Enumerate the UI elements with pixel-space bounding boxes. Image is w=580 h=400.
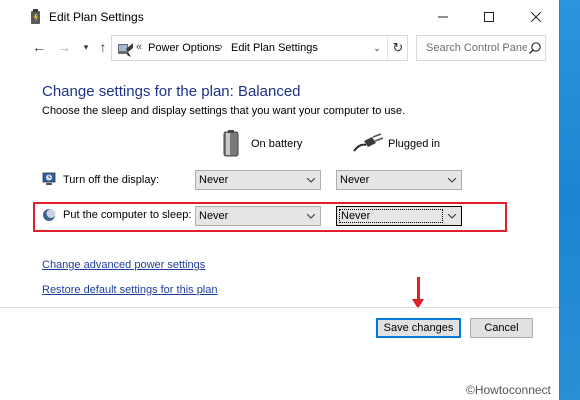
address-dropdown-button[interactable]: ⌄ (367, 36, 387, 60)
breadcrumb-power-options[interactable]: Power Options (148, 42, 220, 54)
minimize-icon (438, 16, 448, 17)
select-value: Never (340, 174, 370, 186)
chevron-down-icon (305, 207, 317, 225)
edit-plan-settings-window: Edit Plan Settings ← → ▾ ↑ « Power Optio… (0, 0, 560, 400)
maximize-button[interactable] (466, 0, 512, 33)
sleep-plugged-select[interactable]: Never (336, 206, 462, 226)
search-icon (529, 42, 541, 54)
moon-sleep-icon (43, 209, 56, 221)
chevron-down-icon (305, 171, 317, 189)
chevron-down-icon: ⌄ (373, 42, 381, 53)
main-content: Change settings for the plan: Balanced C… (0, 63, 559, 308)
display-battery-select[interactable]: Never (195, 170, 321, 190)
chevron-down-icon (446, 207, 458, 225)
save-changes-button[interactable]: Save changes (376, 318, 461, 338)
title-bar: Edit Plan Settings (0, 0, 559, 33)
up-button[interactable]: ↑ (94, 38, 112, 56)
select-value: Never (199, 210, 229, 222)
monitor-icon (42, 172, 56, 185)
control-panel-icon (118, 43, 133, 57)
refresh-icon: ↻ (392, 40, 404, 55)
sleep-battery-select[interactable]: Never (195, 206, 321, 226)
chevron-down-icon (446, 171, 458, 189)
select-value: Never (339, 209, 443, 223)
page-title: Change settings for the plan: Balanced (42, 83, 301, 100)
watermark: ©Howtoconnect (466, 383, 551, 397)
maximize-icon (484, 11, 494, 22)
desktop-background (560, 0, 580, 400)
close-icon (531, 11, 541, 22)
forward-arrow-icon: → (57, 39, 71, 55)
forward-button[interactable]: → (55, 38, 73, 56)
power-plug-icon (353, 133, 384, 152)
display-plugged-select[interactable]: Never (336, 170, 462, 190)
back-arrow-icon: ← (32, 39, 46, 55)
window-title: Edit Plan Settings (49, 10, 144, 24)
address-bar[interactable]: « Power Options › Edit Plan Settings ⌄ ↻ (111, 35, 408, 61)
refresh-button[interactable]: ↻ (387, 36, 408, 60)
battery-icon (223, 130, 239, 157)
up-arrow-icon: ↑ (99, 39, 107, 55)
turn-off-display-label: Turn off the display: (63, 174, 159, 186)
recent-locations-button[interactable]: ▾ (80, 38, 92, 56)
select-value: Never (199, 174, 229, 186)
breadcrumb-separator[interactable]: › (219, 41, 223, 53)
column-header-battery: On battery (251, 138, 303, 150)
sleep-label: Put the computer to sleep: (63, 209, 192, 221)
cancel-button[interactable]: Cancel (470, 318, 533, 338)
column-header-plugged-in: Plugged in (388, 138, 440, 150)
chevron-down-icon: ▾ (83, 41, 89, 52)
change-advanced-settings-link[interactable]: Change advanced power settings (42, 259, 205, 271)
back-button[interactable]: ← (30, 38, 48, 56)
search-box[interactable] (416, 35, 546, 61)
close-button[interactable] (513, 0, 559, 33)
breadcrumb-edit-plan-settings[interactable]: Edit Plan Settings (231, 42, 318, 54)
navigation-bar: ← → ▾ ↑ « Power Options › Edit Plan Sett… (0, 33, 559, 63)
power-plan-app-icon (31, 9, 40, 24)
minimize-button[interactable] (420, 0, 466, 33)
footer-divider (0, 307, 559, 308)
search-input[interactable] (417, 36, 527, 60)
restore-defaults-link[interactable]: Restore default settings for this plan (42, 284, 217, 296)
breadcrumb-prefix[interactable]: « (136, 41, 142, 53)
page-description: Choose the sleep and display settings th… (42, 105, 406, 117)
